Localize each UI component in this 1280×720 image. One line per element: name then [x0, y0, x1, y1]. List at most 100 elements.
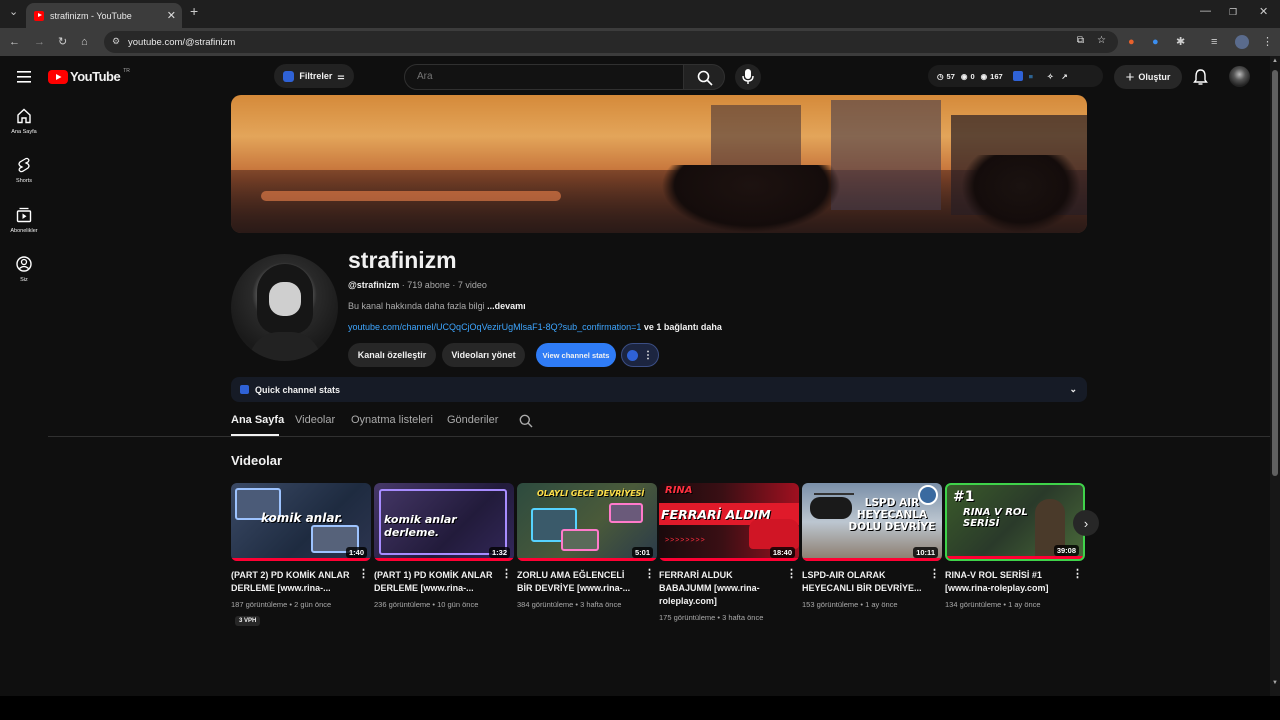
youtube-logo-text: YouTube — [70, 69, 121, 84]
site-info-icon[interactable]: ⚙ — [112, 36, 120, 47]
video-menu-icon[interactable]: ⋮ — [358, 567, 369, 580]
vidiq-stats-bar[interactable]: ◷ 57 ◉ 0 ◉ 167 ≡ ✧ ↗ — [928, 65, 1103, 87]
video-menu-icon[interactable]: ⋮ — [786, 567, 797, 580]
browser-menu-icon[interactable]: ⋮ — [1262, 35, 1273, 49]
video-title[interactable]: (PART 2) PD KOMİK ANLAR DERLEME [www.rin… — [231, 569, 356, 595]
account-avatar[interactable] — [1229, 66, 1250, 87]
quick-channel-stats-bar[interactable]: Quick channel stats ⌄ — [231, 377, 1087, 402]
video-menu-icon[interactable]: ⋮ — [1072, 567, 1083, 580]
video-card[interactable]: komik anlar derleme. 1:32 (PART 1) PD KO… — [374, 483, 514, 609]
sidebar-item-label: Ana Sayfa — [11, 129, 37, 135]
video-menu-icon[interactable]: ⋮ — [644, 567, 655, 580]
new-tab-icon[interactable]: + — [190, 3, 198, 19]
video-card[interactable]: RINA FERRARİ ALDIM >>>>>>>> 18:40 FERRAR… — [659, 483, 799, 622]
video-title[interactable]: FERRARİ ALDUK BABAJUMM [www.rina-rolepla… — [659, 569, 784, 608]
browser-tab[interactable]: strafinizm - YouTube ✕ — [26, 3, 182, 28]
scroll-down-icon[interactable]: ▼ — [1272, 680, 1278, 686]
tab-search-icon[interactable]: ⌄ — [9, 5, 18, 18]
voice-search-button[interactable] — [735, 64, 761, 90]
vidiq-small-icon — [240, 385, 249, 394]
channel-search-icon[interactable] — [519, 414, 533, 433]
channel-link[interactable]: youtube.com/channel/UCQqCjOqVezirUgMlsaF… — [348, 322, 641, 332]
more-options-icon: ⋮ — [643, 349, 653, 361]
sidebar-item-home[interactable]: Ana Sayfa — [0, 108, 48, 135]
search-button[interactable] — [683, 64, 725, 90]
scrollbar-thumb[interactable] — [1272, 70, 1278, 476]
stat-b: 0 — [970, 71, 975, 81]
video-title[interactable]: (PART 1) PD KOMİK ANLAR DERLEME [www.rin… — [374, 569, 499, 595]
tab-posts[interactable]: Gönderiler — [447, 414, 498, 426]
bookmark-star-icon[interactable]: ☆ — [1097, 35, 1106, 46]
extension-orange-icon[interactable]: ● — [1128, 35, 1135, 49]
install-app-icon[interactable]: ⧉ — [1077, 35, 1084, 46]
video-card[interactable]: komik anlar. 1:40 (PART 2) PD KOMİK ANLA… — [231, 483, 371, 627]
video-title[interactable]: RINA-V ROL SERİSİ #1 [www.rina-roleplay.… — [945, 569, 1070, 595]
tab-home[interactable]: Ana Sayfa — [231, 414, 284, 426]
shelf-next-button[interactable]: › — [1073, 510, 1099, 536]
views-icon: ◉ — [980, 71, 988, 81]
more-links[interactable]: ve 1 bağlantı daha — [641, 322, 722, 332]
channel-about[interactable]: Bu kanal hakkında daha fazla bilgi ...de… — [348, 301, 526, 311]
notifications-bell-icon[interactable] — [1193, 69, 1208, 90]
extension-blue-icon[interactable]: ● — [1152, 35, 1159, 49]
video-card[interactable]: #1 RINA V ROL SERİSİ 39:08 RINA-V ROL SE… — [945, 483, 1085, 609]
channel-avatar[interactable] — [231, 254, 338, 361]
back-icon[interactable]: ← — [9, 35, 20, 49]
tab-videos[interactable]: Videolar — [295, 414, 335, 426]
video-title[interactable]: ZORLU AMA EĞLENCELİ BİR DEVRİYE [www.rin… — [517, 569, 642, 595]
video-thumbnail[interactable]: OLAYLI GECE DEVRİYESİ 5:01 — [517, 483, 657, 561]
window-close-icon[interactable]: ✕ — [1259, 5, 1268, 18]
address-bar[interactable]: ⚙ youtube.com/@strafinizm ⧉ ☆ — [104, 31, 1118, 53]
more-link[interactable]: ...devamı — [485, 301, 526, 311]
sidebar-item-shorts[interactable]: Shorts — [0, 157, 48, 184]
reload-icon[interactable]: ↻ — [58, 35, 67, 49]
video-thumbnail[interactable]: RINA FERRARİ ALDIM >>>>>>>> 18:40 — [659, 483, 799, 561]
view-channel-stats-button[interactable]: View channel stats — [536, 343, 616, 367]
chevron-down-icon[interactable]: ⌄ — [1069, 384, 1077, 395]
video-meta: 384 görüntüleme • 3 hafta önce — [517, 600, 622, 609]
profile-avatar-icon[interactable] — [1235, 35, 1249, 49]
sidebar-item-you[interactable]: Siz — [0, 256, 48, 283]
video-meta: 187 görüntüleme • 2 gün önce — [231, 600, 332, 609]
you-icon — [16, 256, 32, 272]
plus-icon: + — [1125, 68, 1135, 86]
home-button-icon[interactable]: ⌂ — [81, 35, 88, 49]
guide-menu-icon[interactable] — [17, 70, 31, 88]
video-menu-icon[interactable]: ⋮ — [929, 567, 940, 580]
sidebar-item-subscriptions[interactable]: Abonelikler — [0, 207, 48, 234]
youtube-logo[interactable]: YouTube TR — [48, 68, 130, 84]
scroll-up-icon[interactable]: ▲ — [1272, 58, 1278, 64]
video-card[interactable]: OLAYLI GECE DEVRİYESİ 5:01 ZORLU AMA EĞL… — [517, 483, 657, 609]
manage-label: Videoları yönet — [451, 350, 516, 360]
search-box[interactable] — [404, 64, 684, 90]
video-meta: 134 görüntüleme • 1 ay önce — [945, 600, 1041, 609]
search-icon — [697, 70, 713, 86]
customize-channel-button[interactable]: Kanalı özelleştir — [348, 343, 436, 367]
extensions-puzzle-icon[interactable]: ✱ — [1176, 35, 1185, 49]
video-thumbnail[interactable]: komik anlar. 1:40 — [231, 483, 371, 561]
vidiq-menu-button[interactable]: ⋮ — [621, 343, 659, 367]
maximize-icon[interactable]: ❐ — [1229, 7, 1237, 18]
tab-close-icon[interactable]: ✕ — [167, 9, 176, 22]
manage-videos-button[interactable]: Videoları yönet — [442, 343, 525, 367]
video-card[interactable]: LSPD AIR HEYECANLA DOLU DEVRİYE 10:11 LS… — [802, 483, 942, 609]
media-control-icon[interactable]: ≡ — [1211, 35, 1217, 49]
microphone-icon — [742, 69, 754, 84]
video-thumbnail[interactable]: komik anlar derleme. 1:32 — [374, 483, 514, 561]
filters-button[interactable]: Filtreler ⚌ — [274, 64, 354, 88]
video-title[interactable]: LSPD-AIR OLARAK HEYECANLI BİR DEVRİYE... — [802, 569, 927, 595]
video-menu-icon[interactable]: ⋮ — [501, 567, 512, 580]
video-thumbnail[interactable]: #1 RINA V ROL SERİSİ 39:08 — [945, 483, 1085, 561]
create-button[interactable]: + Oluştur — [1114, 65, 1182, 89]
forward-icon[interactable]: → — [34, 35, 45, 49]
tab-playlists[interactable]: Oynatma listeleri — [351, 414, 433, 426]
search-input[interactable] — [417, 71, 667, 82]
video-thumbnail[interactable]: LSPD AIR HEYECANLA DOLU DEVRİYE 10:11 — [802, 483, 942, 561]
minimize-icon[interactable]: — — [1200, 5, 1211, 17]
tab-label: Videolar — [295, 414, 336, 426]
thumbnail-text: RINA V ROL SERİSİ — [963, 507, 1028, 529]
video-meta: 175 görüntüleme • 3 hafta önce — [659, 613, 764, 622]
channel-banner — [231, 95, 1087, 233]
create-label: Oluştur — [1138, 72, 1171, 82]
youtube-favicon-icon — [34, 10, 44, 21]
